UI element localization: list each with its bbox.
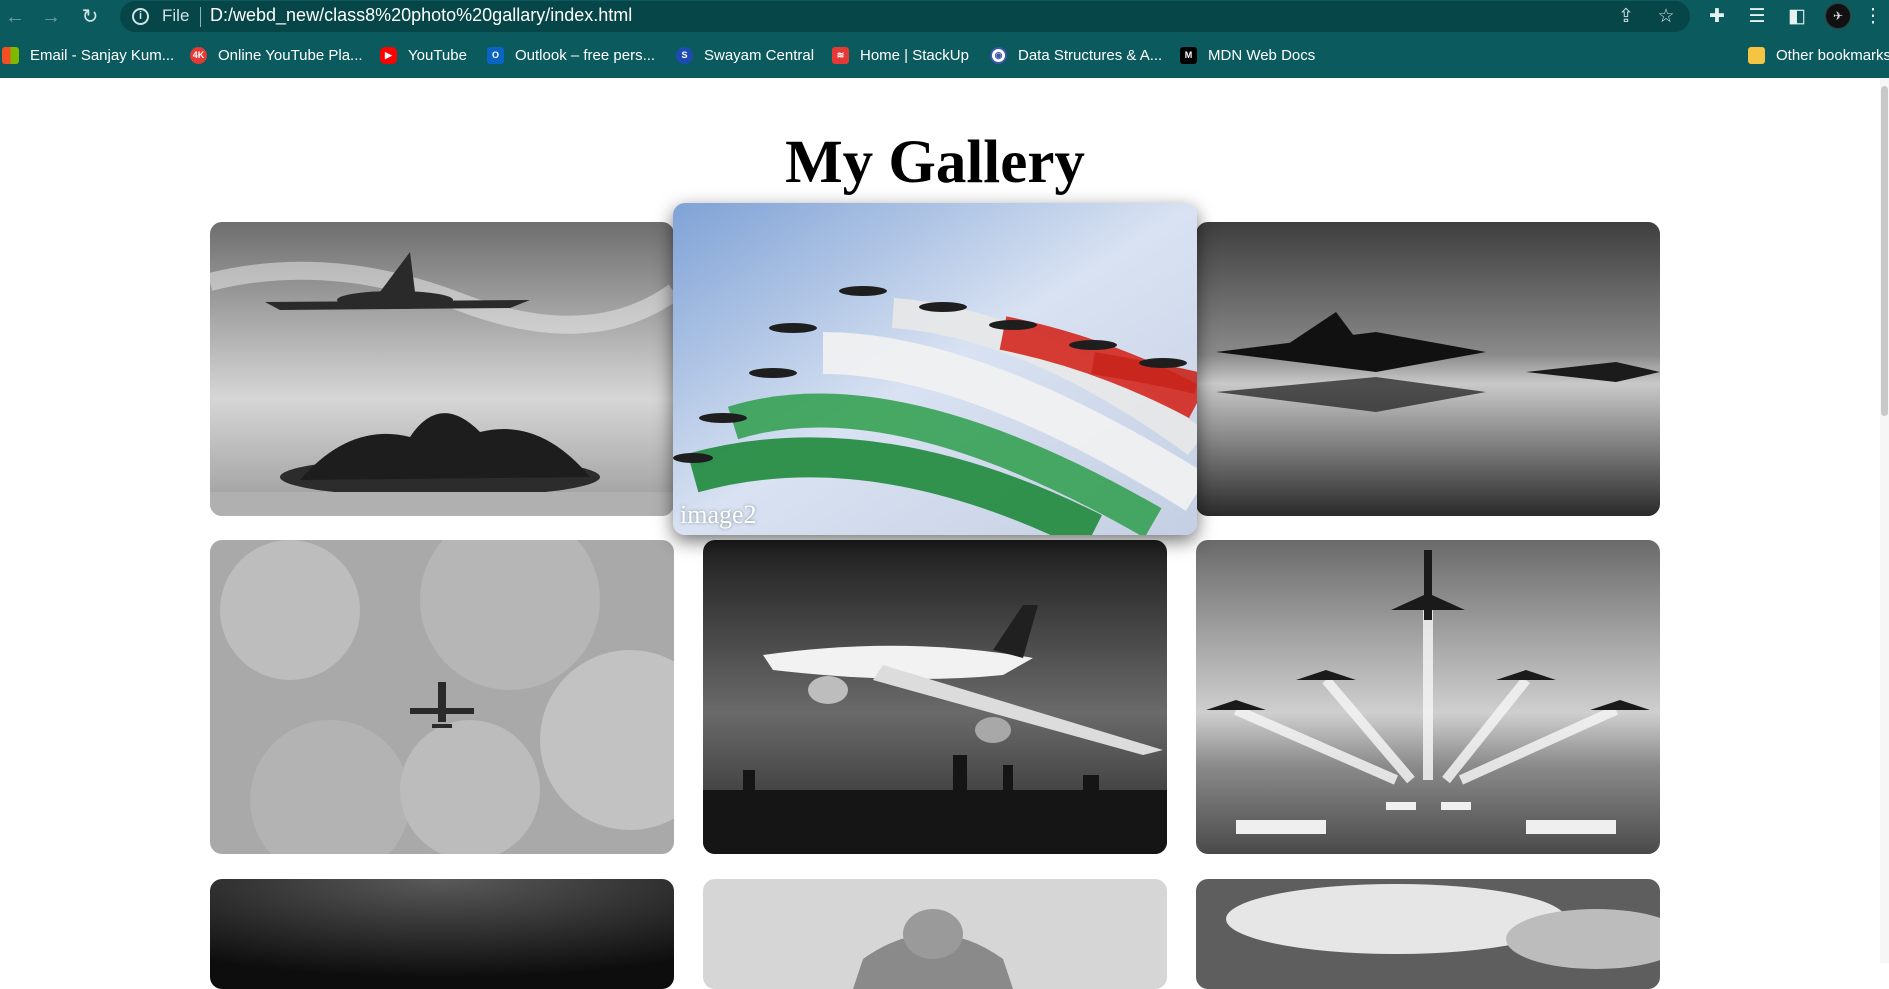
airliner-island-image [210,222,674,516]
page-title: My Gallery [785,129,1085,196]
address-bar[interactable]: i File D:/webd_new/class8%20photo%20gall… [120,1,1690,32]
bookmark-swayam[interactable]: S Swayam Central [676,43,814,67]
cloudy-sky-image [1196,879,1660,989]
side-panel-icon[interactable]: ◧ [1784,4,1810,30]
gallery-image-5[interactable] [703,540,1167,854]
bookmark-email[interactable]: Email - Sanjay Kum... [2,43,174,67]
bookmarks-bar: Email - Sanjay Kum... 4K Online YouTube … [0,33,1889,78]
bookmark-outlook[interactable]: O Outlook – free pers... [487,43,655,67]
share-icon[interactable]: ⇪ [1614,5,1638,29]
bookmark-label: Other bookmarks [1776,46,1889,64]
stackup-icon: ≋ [832,46,849,64]
airliner-city-image [703,540,1167,854]
bookmark-data-structures[interactable]: ◉ Data Structures & A... [990,43,1162,67]
browser-toolbar: ← → ↻ i File D:/webd_new/class8%20photo%… [0,0,1889,33]
fighter-jets-runway-image [1196,222,1660,516]
outlook-icon: O [487,46,504,64]
bookmark-stackup[interactable]: ≋ Home | StackUp [832,43,969,67]
bookmark-youtube-player[interactable]: 4K Online YouTube Pla... [190,43,363,67]
bookmark-youtube[interactable]: ▶ YouTube [380,43,467,67]
gallery-image-8[interactable] [703,879,1167,989]
gallery-image-3[interactable] [1196,222,1660,516]
address-url[interactable]: D:/webd_new/class8%20photo%20gallary/ind… [210,5,632,26]
dark-sky-image [210,879,674,989]
bookmark-label: YouTube [408,46,467,64]
extensions-icon[interactable]: ✚ [1704,4,1730,30]
4k-icon: 4K [190,46,207,64]
profile-avatar[interactable]: ✈ [1825,3,1851,29]
page-content: My Gallery image2 [0,78,1889,989]
image-caption: image2 [680,500,757,529]
menu-kebab-icon[interactable]: ⋮ [1860,4,1886,30]
swayam-icon: S [676,46,693,64]
reload-icon[interactable]: ↻ [77,4,103,30]
folder-icon [1748,46,1765,64]
gallery-image-1[interactable] [210,222,674,516]
bookmark-label: MDN Web Docs [1208,46,1316,64]
gallery-image-2[interactable]: image2 [673,203,1197,535]
gallery-image-4[interactable] [210,540,674,854]
gallery-image-6[interactable] [1196,540,1660,854]
page-scrollbar[interactable] [1880,78,1889,963]
forward-arrow-icon[interactable]: → [38,4,64,30]
gallery-image-9[interactable] [1196,879,1660,989]
bookmark-label: Email - Sanjay Kum... [30,46,175,64]
bookmark-label: Swayam Central [704,46,815,64]
globe-icon: ◉ [990,46,1007,64]
star-icon[interactable]: ☆ [1654,5,1678,29]
back-arrow-icon[interactable]: ← [2,4,28,30]
mdn-icon: M [1180,46,1197,64]
jets-over-runway-image [1196,540,1660,854]
microsoft-icon [2,46,19,64]
info-icon[interactable]: i [132,8,149,25]
bookmark-mdn[interactable]: M MDN Web Docs [1180,43,1315,67]
palace-dome-image [703,879,1167,989]
scrollbar-thumb[interactable] [1881,86,1888,416]
bookmark-label: Outlook – free pers... [515,46,656,64]
youtube-icon: ▶ [380,46,397,64]
gallery-image-7[interactable] [210,879,674,989]
bookmark-label: Online YouTube Pla... [218,46,363,64]
media-queue-icon[interactable]: ☰ [1744,4,1770,30]
address-divider [200,7,201,27]
other-bookmarks[interactable]: Other bookmarks [1748,43,1889,67]
tricolour-jets-image [673,203,1197,535]
plane-in-clouds-image [210,540,674,854]
bookmark-label: Data Structures & A... [1018,46,1163,64]
bookmark-label: Home | StackUp [860,46,969,64]
address-scheme-label: File [162,6,190,25]
